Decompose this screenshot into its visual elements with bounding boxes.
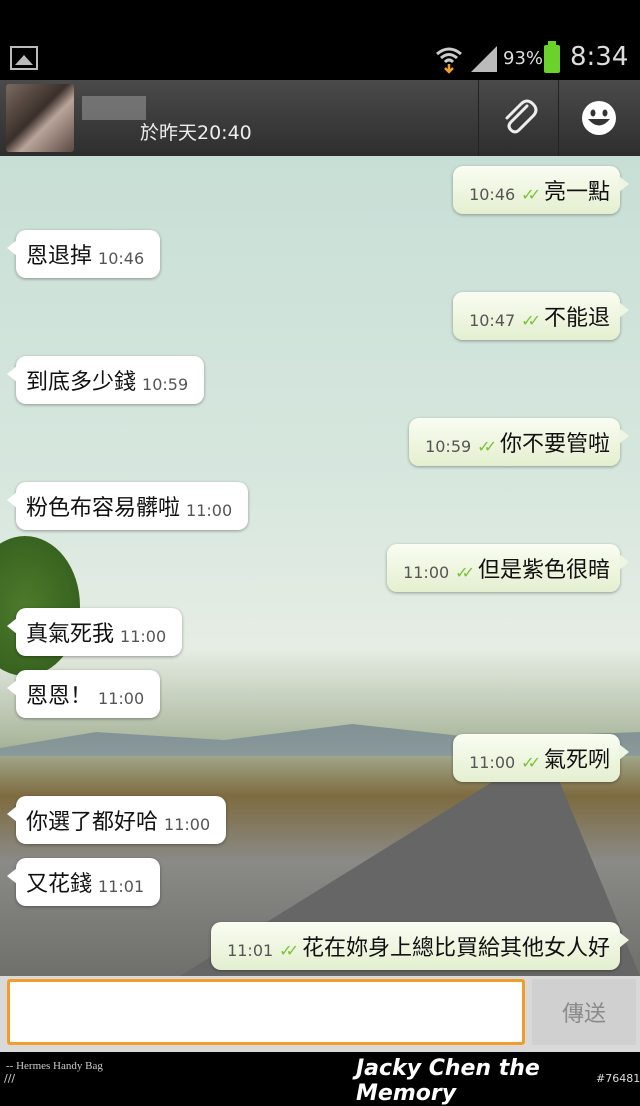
message-time: 10:46: [469, 184, 516, 204]
message-text: 亮一點: [543, 180, 610, 205]
caption-text: -- Hermes Handy Bag: [6, 1060, 103, 1072]
message-input[interactable]: [7, 979, 525, 1045]
message-time: 11:00: [186, 500, 233, 520]
message-text: 花在妳身上總比買給其他女人好: [301, 936, 610, 961]
battery-icon: [544, 41, 560, 73]
message-text: 恩恩！: [26, 684, 93, 709]
message-time: 11:00: [164, 814, 211, 834]
wifi-icon: [436, 47, 462, 74]
message-time: 11:00: [403, 562, 450, 582]
message-bubble-outgoing[interactable]: 11:00 ✓✓ 氣死咧: [453, 734, 629, 782]
message-time: 11:01: [98, 876, 145, 896]
double-check-icon: ✓✓: [455, 562, 475, 582]
message-text: 到底多少錢: [26, 370, 137, 395]
message-time: 11:00: [469, 752, 516, 772]
status-time: 8:34: [570, 42, 629, 72]
message-bubble-incoming[interactable]: 真氣死我 11:00: [6, 608, 183, 656]
message-bubble-incoming[interactable]: 恩退掉 10:46: [6, 230, 161, 278]
message-time: 10:59: [142, 374, 189, 394]
message-time: 10:59: [425, 436, 472, 456]
contact-avatar[interactable]: [6, 84, 74, 152]
message-time: 11:00: [120, 626, 167, 646]
emoji-button[interactable]: [558, 80, 639, 156]
message-text: 氣死咧: [543, 748, 610, 773]
double-check-icon: ✓✓: [477, 436, 497, 456]
message-text: 粉色布容易髒啦: [26, 496, 181, 521]
signal-icon: [471, 46, 497, 72]
chat-header: 於昨天20:40: [0, 80, 640, 157]
message-time: 10:47: [469, 310, 516, 330]
paperclip-icon: [505, 99, 538, 134]
message-text: 你選了都好哈: [26, 810, 159, 835]
message-bubble-incoming[interactable]: 恩恩！ 11:00: [6, 670, 161, 718]
message-text: 真氣死我: [26, 622, 115, 647]
double-check-icon: ✓✓: [521, 184, 541, 204]
chat-area[interactable]: 10:46 ✓✓ 亮一點 恩退掉 10:46 10:47 ✓✓ 不能退 到底多少…: [0, 156, 640, 976]
composer-bar: 傳送: [0, 976, 640, 1052]
double-check-icon: ✓✓: [521, 310, 541, 330]
attach-button[interactable]: [478, 80, 559, 156]
message-bubble-outgoing[interactable]: 10:47 ✓✓ 不能退: [453, 292, 629, 340]
message-bubble-outgoing[interactable]: 11:00 ✓✓ 但是紫色很暗: [387, 544, 629, 592]
gallery-notification-icon: [10, 46, 38, 70]
last-seen-text: 於昨天20:40: [140, 122, 252, 144]
message-bubble-incoming[interactable]: 粉色布容易髒啦 11:00: [6, 482, 249, 530]
smiley-icon: [582, 101, 616, 135]
double-check-icon: ✓✓: [279, 940, 299, 960]
send-button[interactable]: 傳送: [532, 979, 636, 1045]
caption-slashes: ///: [4, 1072, 16, 1085]
battery-percent: 93%: [503, 48, 544, 69]
message-text: 不能退: [543, 306, 610, 331]
message-text: 又花錢: [26, 872, 93, 897]
message-time: 11:00: [98, 688, 145, 708]
message-bubble-incoming[interactable]: 又花錢 11:01: [6, 858, 161, 906]
contact-name-blurred: [82, 96, 146, 120]
message-text: 你不要管啦: [499, 432, 610, 457]
message-text: 恩退掉: [26, 244, 93, 269]
message-text: 但是紫色很暗: [477, 558, 610, 583]
post-id: #76481: [596, 1072, 640, 1085]
message-bubble-incoming[interactable]: 你選了都好哈 11:00: [6, 796, 227, 844]
message-time: 11:01: [227, 940, 274, 960]
status-bar: 93% 8:34: [0, 38, 640, 80]
message-bubble-outgoing[interactable]: 11:01 ✓✓ 花在妳身上總比買給其他女人好: [211, 922, 629, 970]
message-bubble-outgoing[interactable]: 10:59 ✓✓ 你不要管啦: [409, 418, 629, 466]
message-time: 10:46: [98, 248, 145, 268]
double-check-icon: ✓✓: [521, 752, 541, 772]
footer-strip: -- Hermes Handy Bag /// Jacky Chen the M…: [0, 1052, 640, 1106]
message-bubble-outgoing[interactable]: 10:46 ✓✓ 亮一點: [453, 166, 629, 214]
message-bubble-incoming[interactable]: 到底多少錢 10:59: [6, 356, 205, 404]
